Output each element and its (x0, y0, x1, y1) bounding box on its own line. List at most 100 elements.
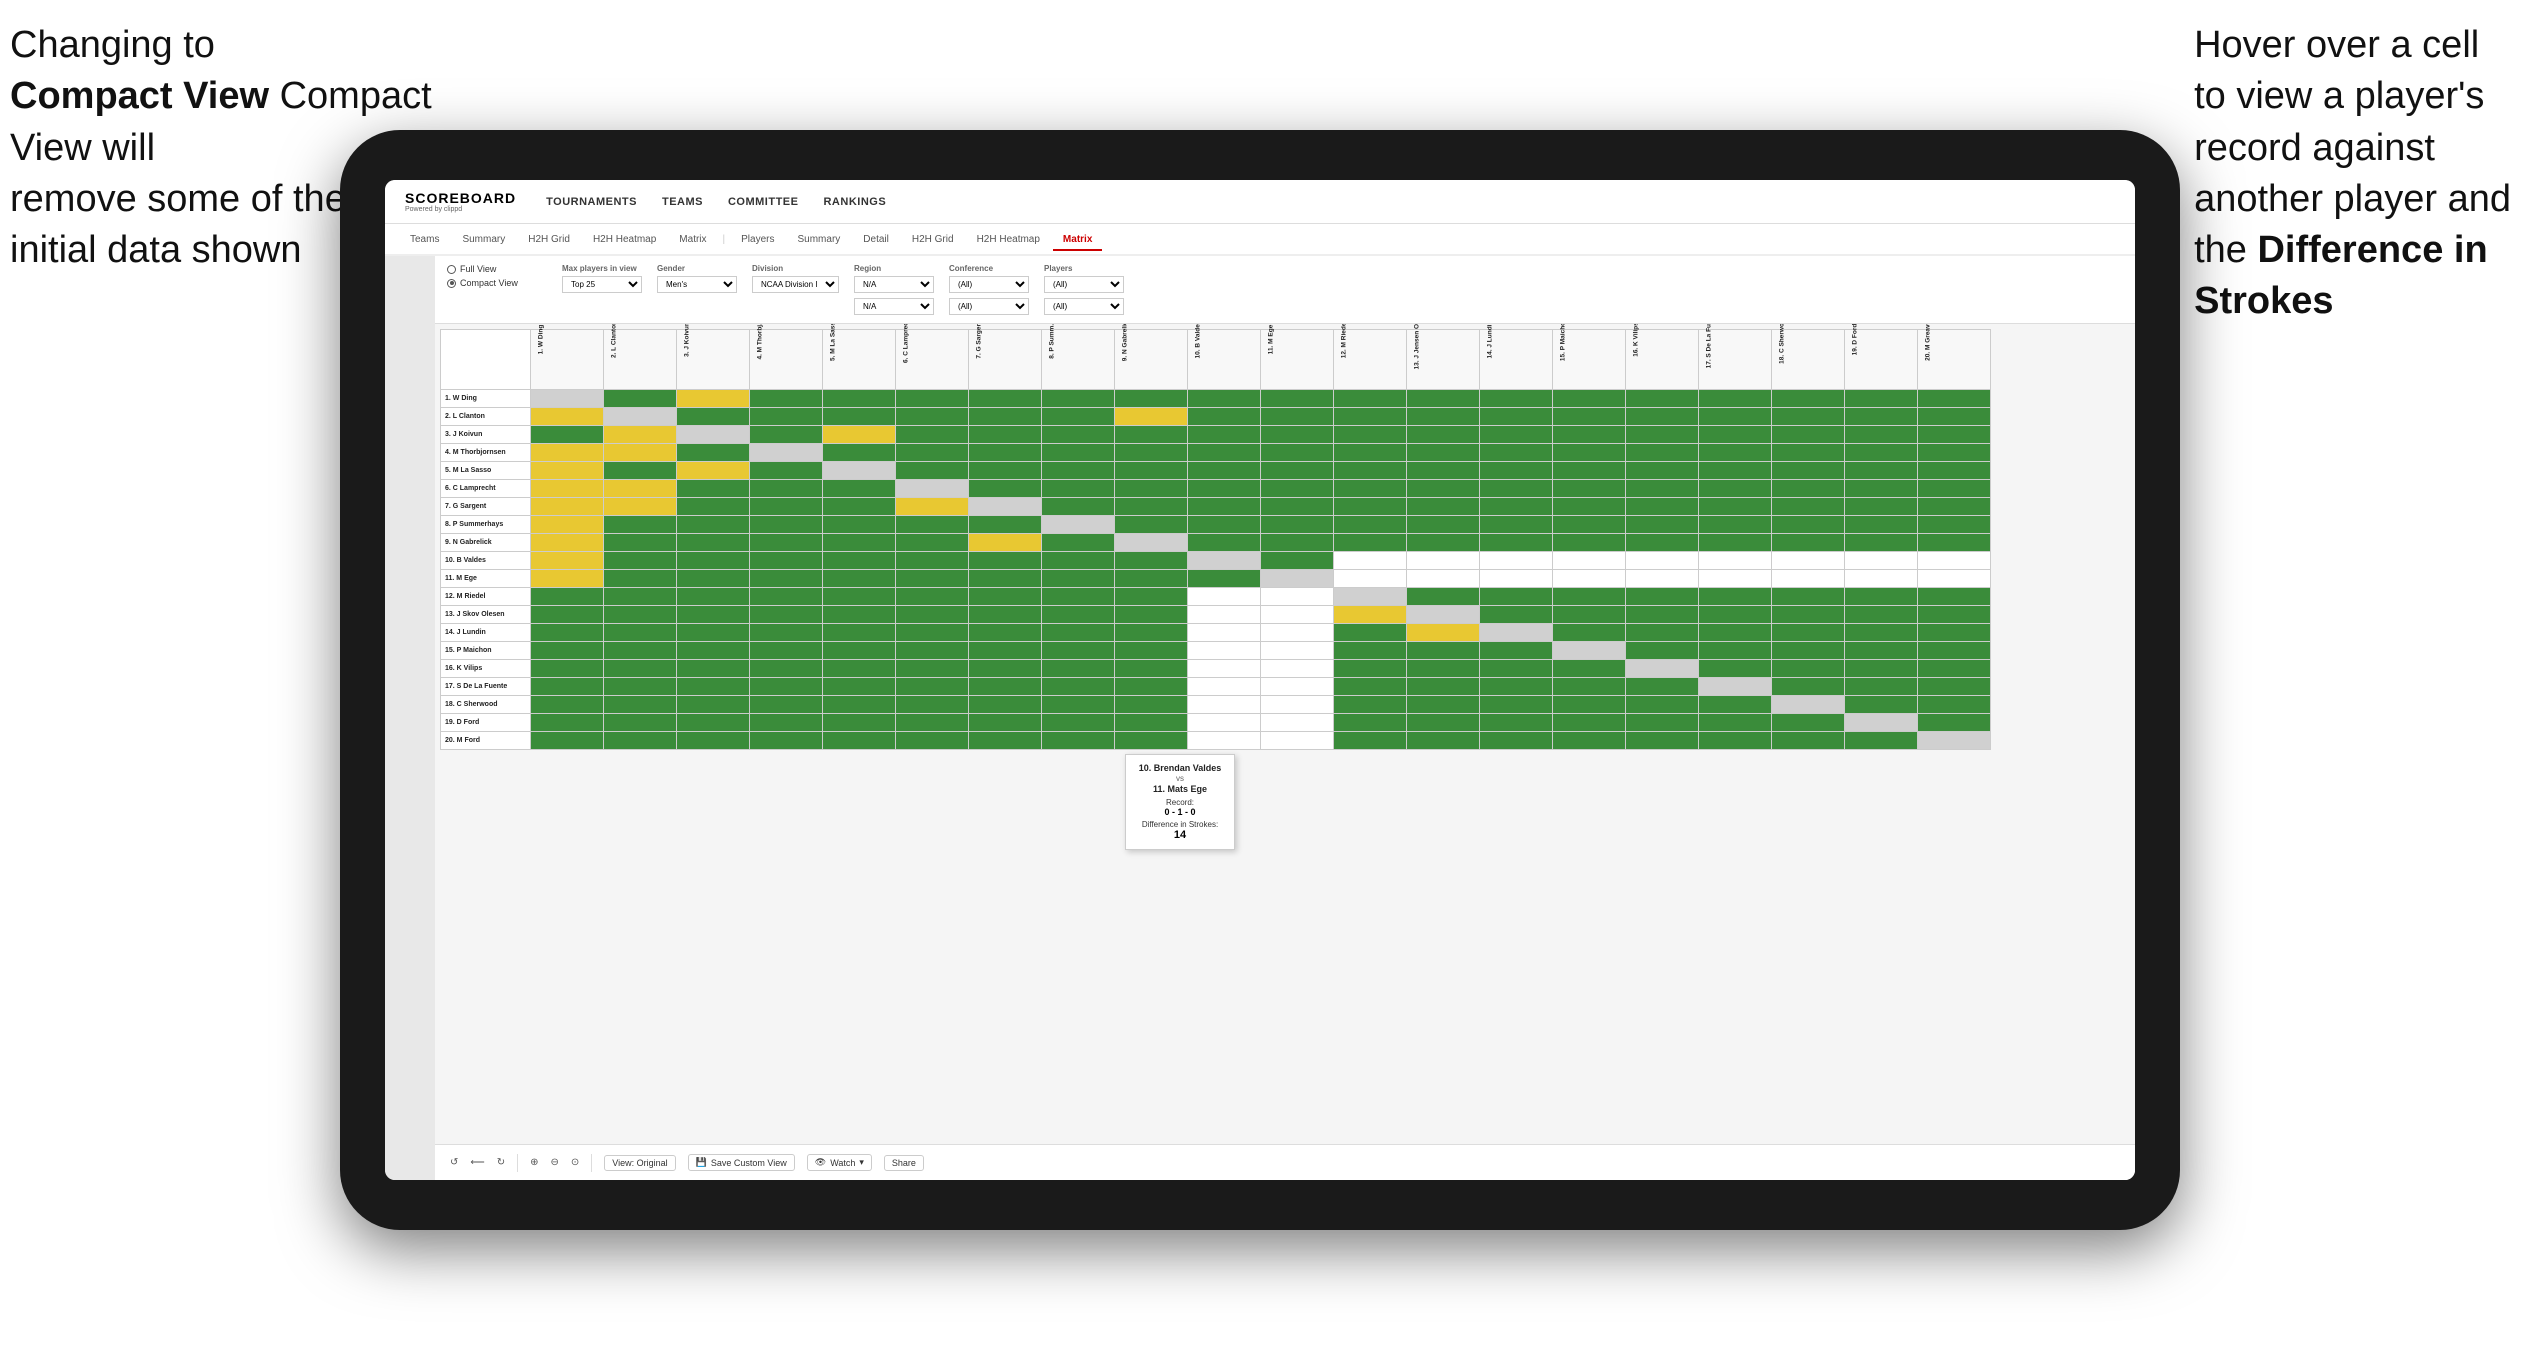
tab-players[interactable]: Players (731, 230, 784, 251)
matrix-cell[interactable] (677, 444, 750, 462)
matrix-cell[interactable] (531, 660, 604, 678)
matrix-cell[interactable] (823, 408, 896, 426)
matrix-cell[interactable] (1699, 660, 1772, 678)
matrix-cell[interactable] (677, 462, 750, 480)
matrix-cell[interactable] (677, 642, 750, 660)
matrix-cell[interactable] (896, 660, 969, 678)
matrix-cell[interactable] (1772, 516, 1845, 534)
matrix-cell[interactable] (604, 516, 677, 534)
matrix-cell[interactable] (1845, 408, 1918, 426)
matrix-cell[interactable] (1188, 426, 1261, 444)
redo-icon[interactable]: ↻ (497, 1157, 505, 1168)
matrix-cell[interactable] (1042, 480, 1115, 498)
matrix-cell[interactable] (823, 534, 896, 552)
matrix-cell[interactable] (1845, 642, 1918, 660)
matrix-cell[interactable] (1553, 696, 1626, 714)
matrix-cell[interactable] (1042, 444, 1115, 462)
matrix-cell[interactable] (1188, 570, 1261, 588)
matrix-cell[interactable] (1188, 516, 1261, 534)
matrix-cell[interactable] (1261, 642, 1334, 660)
matrix-cell[interactable] (823, 552, 896, 570)
matrix-cell[interactable] (1918, 552, 1991, 570)
matrix-cell[interactable] (604, 480, 677, 498)
matrix-cell[interactable] (896, 678, 969, 696)
matrix-cell[interactable] (1918, 696, 1991, 714)
matrix-cell[interactable] (896, 426, 969, 444)
matrix-cell[interactable] (531, 714, 604, 732)
matrix-cell[interactable] (1626, 498, 1699, 516)
matrix-cell[interactable] (750, 570, 823, 588)
matrix-cell[interactable] (531, 678, 604, 696)
matrix-cell[interactable] (604, 696, 677, 714)
matrix-cell[interactable] (1699, 426, 1772, 444)
matrix-cell[interactable] (531, 606, 604, 624)
matrix-cell[interactable] (1626, 444, 1699, 462)
matrix-cell[interactable] (750, 696, 823, 714)
matrix-cell[interactable] (531, 516, 604, 534)
matrix-cell[interactable] (531, 498, 604, 516)
matrix-cell[interactable] (1188, 624, 1261, 642)
matrix-cell[interactable] (969, 426, 1042, 444)
matrix-cell[interactable] (1772, 624, 1845, 642)
matrix-cell[interactable] (1918, 678, 1991, 696)
matrix-cell[interactable] (1553, 408, 1626, 426)
matrix-cell[interactable] (531, 390, 604, 408)
matrix-cell[interactable] (896, 462, 969, 480)
matrix-cell[interactable] (823, 624, 896, 642)
matrix-cell[interactable] (531, 444, 604, 462)
matrix-cell[interactable] (1772, 480, 1845, 498)
matrix-cell[interactable] (1626, 732, 1699, 750)
matrix-cell[interactable] (1626, 552, 1699, 570)
view-original-btn[interactable]: View: Original (604, 1155, 675, 1171)
matrix-cell[interactable] (604, 552, 677, 570)
matrix-cell[interactable] (1699, 516, 1772, 534)
matrix-cell[interactable] (969, 534, 1042, 552)
matrix-cell[interactable] (969, 660, 1042, 678)
matrix-cell[interactable] (1626, 480, 1699, 498)
matrix-cell[interactable] (604, 624, 677, 642)
matrix-cell[interactable] (1115, 588, 1188, 606)
matrix-cell[interactable] (1480, 732, 1553, 750)
matrix-cell[interactable] (604, 678, 677, 696)
matrix-cell[interactable] (1772, 570, 1845, 588)
matrix-cell[interactable] (1042, 714, 1115, 732)
zoom-icon[interactable]: ⊕ (530, 1157, 538, 1168)
matrix-cell[interactable] (1115, 732, 1188, 750)
matrix-cell[interactable] (823, 390, 896, 408)
matrix-cell[interactable] (1626, 624, 1699, 642)
matrix-cell[interactable] (1918, 516, 1991, 534)
matrix-cell[interactable] (1699, 624, 1772, 642)
matrix-cell[interactable] (896, 624, 969, 642)
matrix-cell[interactable] (969, 552, 1042, 570)
matrix-cell[interactable] (823, 696, 896, 714)
matrix-cell[interactable] (1407, 408, 1480, 426)
save-custom-btn[interactable]: 💾 Save Custom View (688, 1154, 795, 1171)
matrix-cell[interactable] (1334, 462, 1407, 480)
matrix-cell[interactable] (1115, 426, 1188, 444)
tab-matrix-active[interactable]: Matrix (1053, 230, 1102, 251)
matrix-cell[interactable] (1261, 444, 1334, 462)
matrix-cell[interactable] (604, 444, 677, 462)
matrix-cell[interactable] (1772, 462, 1845, 480)
matrix-cell[interactable] (1845, 534, 1918, 552)
matrix-cell[interactable] (1188, 534, 1261, 552)
matrix-cell[interactable] (1407, 480, 1480, 498)
matrix-cell[interactable] (750, 426, 823, 444)
matrix-cell[interactable] (1188, 480, 1261, 498)
matrix-cell[interactable] (677, 390, 750, 408)
matrix-cell[interactable] (1334, 426, 1407, 444)
matrix-cell[interactable] (1042, 534, 1115, 552)
matrix-cell[interactable] (1334, 678, 1407, 696)
matrix-cell[interactable] (1845, 678, 1918, 696)
matrix-cell[interactable] (1845, 696, 1918, 714)
tab-detail[interactable]: Detail (853, 230, 899, 251)
matrix-cell[interactable] (1845, 732, 1918, 750)
matrix-cell[interactable] (1845, 444, 1918, 462)
matrix-cell[interactable] (1480, 498, 1553, 516)
matrix-cell[interactable] (1334, 480, 1407, 498)
matrix-cell[interactable] (531, 552, 604, 570)
matrix-cell[interactable] (677, 606, 750, 624)
matrix-cell[interactable] (1480, 534, 1553, 552)
matrix-cell[interactable] (1334, 534, 1407, 552)
matrix-cell[interactable] (1188, 444, 1261, 462)
